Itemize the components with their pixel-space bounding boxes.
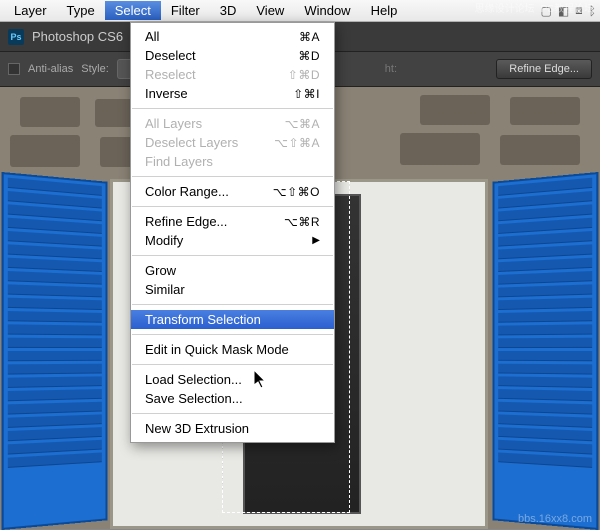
menu-help[interactable]: Help	[361, 1, 408, 20]
menu-item-shortcut: ⇧⌘I	[293, 87, 320, 101]
watermark-top: 思缘设计论坛 PS教程论坛	[475, 0, 594, 15]
menu-separator	[132, 334, 333, 335]
menu-item-all[interactable]: All⌘A	[131, 27, 334, 46]
menu-window[interactable]: Window	[294, 1, 360, 20]
menu-separator	[132, 176, 333, 177]
menu-item-label: Reselect	[145, 67, 288, 82]
style-label: Style:	[81, 63, 109, 75]
menu-separator	[132, 364, 333, 365]
menu-separator	[132, 108, 333, 109]
menu-item-all-layers: All Layers⌥⌘A	[131, 114, 334, 133]
menu-item-find-layers: Find Layers	[131, 152, 334, 171]
menu-item-label: Edit in Quick Mask Mode	[145, 342, 320, 357]
menu-item-label: Refine Edge...	[145, 214, 284, 229]
menu-item-shortcut: ⌥⇧⌘A	[274, 136, 320, 150]
menu-3d[interactable]: 3D	[210, 1, 247, 20]
menu-item-label: Modify	[145, 233, 312, 248]
menu-item-shortcut: ⌘D	[298, 49, 320, 63]
ps-logo-icon: Ps	[8, 29, 24, 45]
menu-separator	[132, 413, 333, 414]
menu-separator	[132, 255, 333, 256]
menu-item-deselect[interactable]: Deselect⌘D	[131, 46, 334, 65]
watermark-bottom: bbs.16xx8.com	[518, 513, 592, 525]
menu-item-label: All Layers	[145, 116, 285, 131]
menu-type[interactable]: Type	[57, 1, 105, 20]
menu-item-label: Transform Selection	[145, 312, 320, 327]
menu-item-label: Inverse	[145, 86, 293, 101]
antialias-label: Anti-alias	[28, 63, 73, 75]
menu-item-new-3d-extrusion[interactable]: New 3D Extrusion	[131, 419, 334, 438]
menu-item-similar[interactable]: Similar	[131, 280, 334, 299]
menu-item-transform-selection[interactable]: Transform Selection	[131, 310, 334, 329]
menu-item-label: Deselect	[145, 48, 298, 63]
menu-item-inverse[interactable]: Inverse⇧⌘I	[131, 84, 334, 103]
menu-separator	[132, 206, 333, 207]
menu-item-label: Load Selection...	[145, 372, 320, 387]
menu-select[interactable]: Select	[105, 1, 161, 20]
menu-item-deselect-layers: Deselect Layers⌥⇧⌘A	[131, 133, 334, 152]
menu-item-shortcut: ⌥⇧⌘O	[273, 185, 320, 199]
menu-item-grow[interactable]: Grow	[131, 261, 334, 280]
menu-item-label: Grow	[145, 263, 320, 278]
menu-item-label: Color Range...	[145, 184, 273, 199]
menu-item-shortcut: ⇧⌘D	[288, 68, 320, 82]
select-menu-dropdown: All⌘ADeselect⌘DReselect⇧⌘DInverse⇧⌘IAll …	[130, 22, 335, 443]
menu-item-load-selection[interactable]: Load Selection...	[131, 370, 334, 389]
menu-item-modify[interactable]: Modify▶	[131, 231, 334, 250]
menu-item-shortcut: ⌥⌘A	[285, 117, 320, 131]
menu-item-label: Similar	[145, 282, 320, 297]
menu-item-shortcut: ⌘A	[299, 30, 320, 44]
submenu-arrow-icon: ▶	[312, 235, 320, 246]
height-label: ht:	[385, 63, 397, 75]
menu-item-save-selection[interactable]: Save Selection...	[131, 389, 334, 408]
menu-item-label: New 3D Extrusion	[145, 421, 320, 436]
menu-item-color-range[interactable]: Color Range...⌥⇧⌘O	[131, 182, 334, 201]
menu-separator	[132, 304, 333, 305]
shutter-right	[493, 172, 599, 530]
menu-filter[interactable]: Filter	[161, 1, 210, 20]
menu-view[interactable]: View	[246, 1, 294, 20]
menu-layer[interactable]: Layer	[4, 1, 57, 20]
menu-item-refine-edge[interactable]: Refine Edge...⌥⌘R	[131, 212, 334, 231]
menu-item-edit-in-quick-mask-mode[interactable]: Edit in Quick Mask Mode	[131, 340, 334, 359]
menu-item-label: Deselect Layers	[145, 135, 274, 150]
menu-item-label: All	[145, 29, 299, 44]
shutter-left	[2, 172, 108, 530]
refine-edge-button[interactable]: Refine Edge...	[496, 59, 592, 79]
menu-item-shortcut: ⌥⌘R	[284, 215, 320, 229]
menu-item-label: Find Layers	[145, 154, 320, 169]
menu-item-reselect: Reselect⇧⌘D	[131, 65, 334, 84]
menu-item-label: Save Selection...	[145, 391, 320, 406]
antialias-checkbox[interactable]	[8, 63, 20, 75]
